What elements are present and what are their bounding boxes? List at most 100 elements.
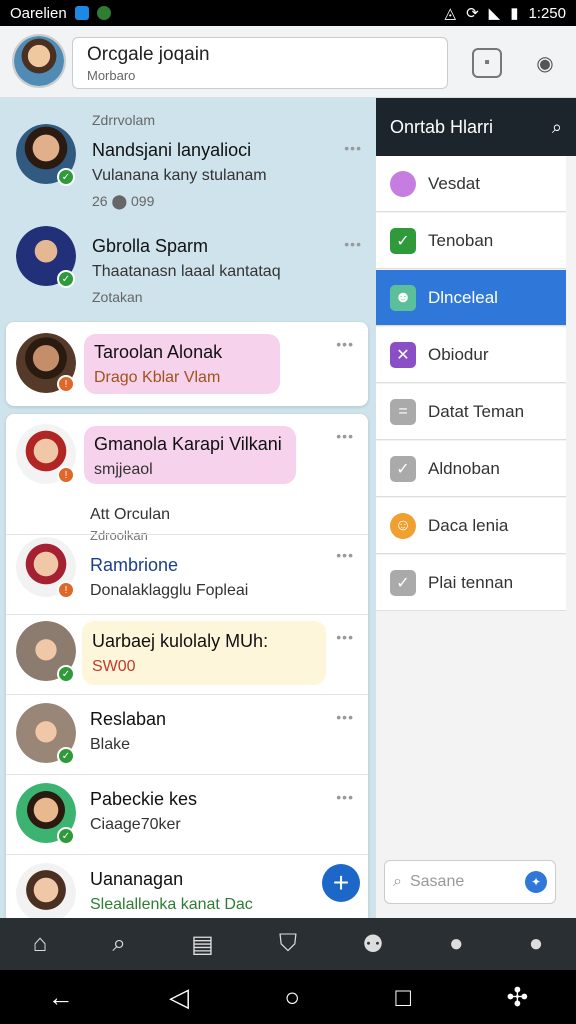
chat-name: Rambrione (90, 555, 179, 575)
status-bar: Oarelien ◬ ⟳ ◣ ▮ 1:250 (0, 0, 576, 26)
header-title: Orcgale joqain (87, 44, 210, 65)
vpn-icon (74, 6, 89, 20)
alien-icon: ☻ (390, 284, 416, 311)
shield-icon[interactable]: ⛉ (279, 930, 297, 958)
header-subtitle: Morbaro (87, 68, 136, 83)
more-icon[interactable]: ••• (344, 140, 362, 156)
section-label: Att Orculan (90, 506, 171, 523)
avatar[interactable] (12, 34, 66, 88)
panel-item-label: Tenoban (428, 230, 494, 250)
wifi-icon: ◣ (488, 5, 501, 22)
chat-preview: Vulanana kany stulanam (92, 167, 267, 184)
check-icon: ✓ (390, 455, 416, 482)
chat-name: Nandsjani lanyalioci (92, 140, 252, 160)
chat-name: Taroolan Alonak (94, 342, 223, 362)
chat-name: Gmanola Karapi Vilkani (94, 434, 282, 454)
person-icon[interactable]: ● (449, 930, 464, 958)
chat-list-card: ! Gmanola Karapi Vilkani smjjeaol ••• At… (6, 414, 368, 918)
panel-header: Onrtab Hlarri ⌕ (376, 98, 576, 156)
chat-meta: 26 ⬤ 099 (92, 193, 155, 209)
person-icon (390, 170, 416, 197)
bot-button[interactable]: ▪ (472, 48, 502, 78)
panel-item-label: Aldnoban (428, 458, 500, 478)
more-icon[interactable]: ••• (336, 629, 354, 645)
home-circle-icon[interactable]: ○ (284, 982, 300, 1013)
panel-item-label: Daca lenia (428, 515, 509, 535)
system-nav-bar: ← ◁ ○ □ ✣ (0, 970, 576, 1024)
x-icon: ✕ (390, 341, 416, 368)
search-icon: ⌕ (393, 873, 402, 890)
panel-item-label: Plai tennan (428, 572, 514, 592)
chat-item[interactable]: Uananagan Slealallenka kanat Dac (6, 854, 368, 918)
shield-icon (96, 6, 111, 20)
chat-item[interactable]: ✓ Pabeckie kes Ciaage70ker ••• (6, 774, 368, 854)
chat-preview: smjjeaol (94, 461, 153, 478)
equal-icon: = (390, 398, 416, 425)
recents-icon[interactable]: □ (395, 982, 411, 1013)
chat-preview: Thaatanasn laaal kantataq (92, 263, 281, 280)
messenger-icon[interactable]: ✦ (525, 871, 547, 893)
chat-item[interactable]: ✓ Uarbaej kulolaly MUh: SW00 ••• (6, 614, 368, 694)
list-icon[interactable]: ▤ (191, 930, 214, 959)
new-chat-button[interactable]: + (322, 864, 360, 902)
chat-item[interactable]: ! Rambrione Donalaklagglu Fopleai ••• (6, 534, 368, 614)
rotate-icon: ⟳ (466, 5, 479, 22)
bottom-tab-bar: ⌂ ⌕ ▤ ⛉ ⚉ ● ● (0, 918, 576, 970)
more-icon[interactable]: ••• (336, 547, 354, 563)
chat-name: Gbrolla Sparm (92, 236, 209, 256)
more-icon[interactable]: ••• (336, 709, 354, 725)
panel-item[interactable]: Vesdat (376, 156, 566, 212)
assist-icon[interactable]: ✣ (506, 982, 528, 1013)
chat-preview: Drago Kblar Vlam (94, 369, 221, 386)
account-icon[interactable]: ● (529, 930, 544, 958)
panel-item[interactable]: ✓ Plai tennan (376, 555, 566, 611)
chat-preview: Slealallenka kanat Dac (90, 896, 253, 913)
chat-search-bar[interactable]: Orcgale joqain Morbaro (72, 37, 448, 89)
panel-item[interactable]: = Datat Teman (376, 384, 566, 440)
check-icon: ✓ (390, 227, 416, 254)
panel-item[interactable]: ✓ Tenoban (376, 213, 566, 269)
profile-button[interactable]: ◉ (530, 48, 560, 78)
home-icon[interactable]: ⌂ (33, 930, 48, 958)
chat-name: Uananagan (90, 869, 184, 889)
chat-name: Reslaban (90, 709, 167, 729)
chat-preview: Donalaklagglu Fopleai (90, 582, 249, 599)
more-icon[interactable]: ••• (344, 236, 362, 252)
more-icon[interactable]: ••• (336, 789, 354, 805)
panel-item-label: Datat Teman (428, 401, 525, 421)
side-panel: Onrtab Hlarri ⌕ Vesdat ✓ Tenoban ☻ Dlncele… (376, 98, 576, 918)
search-icon[interactable]: ⌕ (112, 930, 125, 958)
section-label: Zdrrvolam (92, 112, 156, 128)
search-icon[interactable]: ⌕ (552, 117, 562, 138)
back-icon[interactable]: ← (48, 982, 74, 1013)
chat-name: Pabeckie kes (90, 789, 198, 809)
chat-preview: SW00 (92, 658, 136, 675)
panel-item[interactable]: ☻ Dlnceleal (376, 270, 566, 326)
time-label: 1:250 (528, 4, 566, 22)
chat-item[interactable]: ✓ Reslaban Blake ••• (6, 694, 368, 774)
carrier-label: Oarelien (10, 4, 67, 22)
search-input[interactable]: ⌕ Sasane ✦ (384, 860, 556, 904)
apps-icon[interactable]: ⚉ (362, 930, 384, 959)
more-icon[interactable]: ••• (336, 428, 354, 444)
panel-item[interactable]: ✓ Aldnoban (376, 441, 566, 497)
smile-icon: ☺ (390, 512, 416, 539)
search-placeholder: Sasane (409, 873, 465, 890)
check-icon: ✓ (390, 569, 416, 596)
panel-item-label: Vesdat (428, 173, 480, 193)
panel-item[interactable]: ☺ Daca lenia (376, 498, 566, 554)
alarm-icon: ◬ (444, 5, 457, 22)
triangle-back-icon[interactable]: ◁ (169, 982, 189, 1013)
chat-meta: Zotakan (92, 289, 143, 305)
chat-list: Zdrrvolam ✓ Nandsjani lanyalioci Vulanan… (0, 98, 376, 918)
battery-icon: ▮ (510, 5, 519, 22)
chat-item[interactable]: ! Taroolan Alonak Drago Kblar Vlam ••• (6, 322, 368, 406)
panel-item-label: Dlnceleal (428, 287, 498, 307)
chat-preview: Ciaage70ker (90, 816, 181, 833)
more-icon[interactable]: ••• (336, 336, 354, 352)
panel-item[interactable]: ✕ Obiodur (376, 327, 566, 383)
panel-item-label: Obiodur (428, 344, 489, 364)
panel-title: Onrtab Hlarri (390, 116, 494, 137)
top-header: Orcgale joqain Morbaro ▪ ◉ (0, 26, 576, 98)
chat-preview: Blake (90, 736, 131, 753)
